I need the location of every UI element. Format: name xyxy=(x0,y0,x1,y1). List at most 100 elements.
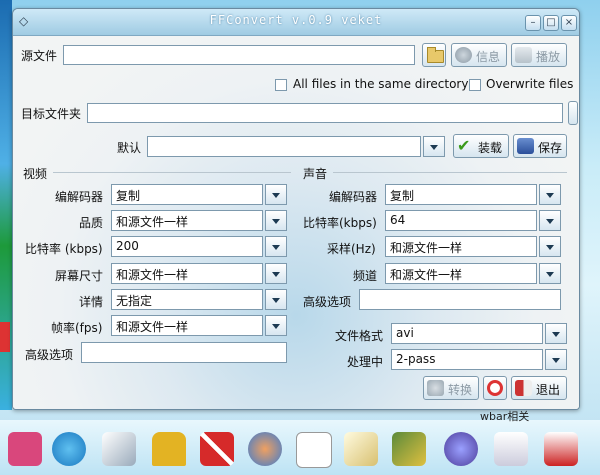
floppy-icon xyxy=(517,138,534,154)
audio-codec-dropdown-arrow-icon[interactable] xyxy=(539,184,561,205)
format-dropdown-arrow-icon[interactable] xyxy=(545,323,567,344)
video-bitrate-value: 200 xyxy=(111,236,263,257)
audio-codec-combo[interactable]: 复制 xyxy=(385,184,561,205)
dock-calendar-icon[interactable] xyxy=(494,432,528,466)
video-detail-dropdown-arrow-icon[interactable] xyxy=(265,289,287,310)
audio-bitrate-dropdown-arrow-icon[interactable] xyxy=(539,210,561,231)
dock-help-icon[interactable] xyxy=(544,432,578,466)
audio-sample-dropdown-arrow-icon[interactable] xyxy=(539,236,561,257)
play-button[interactable]: 播放 xyxy=(511,43,567,67)
video-section-divider xyxy=(53,172,291,173)
audio-advanced-input[interactable] xyxy=(359,289,561,310)
audio-channel-dropdown-arrow-icon[interactable] xyxy=(539,263,561,284)
title-bar[interactable]: ◇ FFConvert v.0.9 veket – □ × xyxy=(13,9,579,36)
video-detail-combo[interactable]: 无指定 xyxy=(111,289,287,310)
overwrite-checkbox[interactable] xyxy=(469,79,481,91)
audio-channel-value: 和源文件一样 xyxy=(385,263,537,284)
video-detail-value: 无指定 xyxy=(111,289,263,310)
video-screen-size-value: 和源文件一样 xyxy=(111,263,263,284)
video-section-title: 视频 xyxy=(23,167,48,181)
dock-document-icon[interactable] xyxy=(296,432,332,468)
play-button-label: 播放 xyxy=(536,50,561,64)
lifebuoy-icon xyxy=(487,380,503,396)
dock-image-icon[interactable] xyxy=(392,432,426,466)
target-folder-input[interactable] xyxy=(87,103,563,123)
preset-dropdown-arrow-icon[interactable] xyxy=(423,136,445,157)
video-screen-size-combo[interactable]: 和源文件一样 xyxy=(111,263,287,284)
audio-advanced-label: 高级选项 xyxy=(303,295,352,309)
video-fps-label: 帧率(fps) xyxy=(51,321,103,335)
audio-bitrate-value: 64 xyxy=(385,210,537,231)
save-button-label: 保存 xyxy=(538,141,563,155)
exit-icon xyxy=(515,380,532,396)
dock-search-icon[interactable] xyxy=(248,432,282,466)
dock-editor-icon[interactable] xyxy=(344,432,378,466)
format-label: 文件格式 xyxy=(335,329,384,343)
close-button[interactable]: × xyxy=(561,15,577,31)
video-fps-combo[interactable]: 和源文件一样 xyxy=(111,315,287,336)
source-file-input[interactable] xyxy=(63,45,415,65)
video-fps-dropdown-arrow-icon[interactable] xyxy=(265,315,287,336)
same-directory-label: All files in the same directory xyxy=(293,77,469,91)
video-detail-label: 详情 xyxy=(79,295,104,309)
preset-combo[interactable] xyxy=(147,136,447,157)
ffconvert-window: ◇ FFConvert v.0.9 veket – □ × 源文件 信息 播放 … xyxy=(12,8,580,410)
minimize-button[interactable]: – xyxy=(525,15,541,31)
audio-bitrate-combo[interactable]: 64 xyxy=(385,210,561,231)
dock-flower-icon[interactable] xyxy=(8,432,42,466)
preset-value xyxy=(147,136,421,157)
video-codec-combo[interactable]: 复制 xyxy=(111,184,287,205)
play-icon xyxy=(515,47,532,63)
video-codec-value: 复制 xyxy=(111,184,263,205)
checkmark-icon: ✔ xyxy=(457,136,471,155)
audio-sample-value: 和源文件一样 xyxy=(385,236,537,257)
audio-section-divider xyxy=(333,172,567,173)
video-quality-dropdown-arrow-icon[interactable] xyxy=(265,210,287,231)
format-combo[interactable]: avi xyxy=(391,323,567,344)
format-value: avi xyxy=(391,323,543,344)
video-bitrate-label: 比特率 (kbps) xyxy=(25,242,103,256)
video-screen-size-dropdown-arrow-icon[interactable] xyxy=(265,263,287,284)
processing-dropdown-arrow-icon[interactable] xyxy=(545,349,567,370)
video-quality-combo[interactable]: 和源文件一样 xyxy=(111,210,287,231)
target-browse-button[interactable] xyxy=(568,101,578,125)
dock-notepad-icon[interactable] xyxy=(102,432,136,466)
load-button-label: 装载 xyxy=(478,141,503,155)
window-title: FFConvert v.0.9 veket xyxy=(209,13,383,27)
video-bitrate-dropdown-arrow-icon[interactable] xyxy=(265,236,287,257)
processing-combo[interactable]: 2-pass xyxy=(391,349,567,370)
preset-label: 默认 xyxy=(117,141,142,155)
help-button[interactable] xyxy=(483,376,507,400)
source-label: 源文件 xyxy=(21,49,58,63)
target-folder-label: 目标文件夹 xyxy=(21,107,82,121)
dock-tools-icon[interactable] xyxy=(200,432,234,466)
audio-channel-combo[interactable]: 和源文件一样 xyxy=(385,263,561,284)
audio-codec-value: 复制 xyxy=(385,184,537,205)
desktop-label: wbar相关 xyxy=(480,410,530,423)
processing-label: 处理中 xyxy=(347,355,384,369)
video-quality-label: 品质 xyxy=(79,216,104,230)
info-icon xyxy=(455,47,472,63)
video-codec-label: 编解码器 xyxy=(55,190,104,204)
video-bitrate-combo[interactable]: 200 xyxy=(111,236,287,257)
audio-sample-label: 采样(Hz) xyxy=(327,242,376,256)
load-button[interactable]: ✔ 装载 xyxy=(453,134,509,158)
video-advanced-label: 高级选项 xyxy=(25,348,74,362)
dock-drive-icon[interactable] xyxy=(444,432,478,466)
source-browse-button[interactable] xyxy=(422,43,446,67)
video-codec-dropdown-arrow-icon[interactable] xyxy=(265,184,287,205)
audio-sample-combo[interactable]: 和源文件一样 xyxy=(385,236,561,257)
audio-bitrate-label: 比特率(kbps) xyxy=(303,216,377,230)
dock-gramophone-icon[interactable] xyxy=(152,432,186,466)
save-button[interactable]: 保存 xyxy=(513,134,567,158)
video-advanced-input[interactable] xyxy=(81,342,287,363)
dock-globe-icon[interactable] xyxy=(52,432,86,466)
maximize-button[interactable]: □ xyxy=(543,15,559,31)
quit-button[interactable]: 退出 xyxy=(511,376,567,400)
convert-button[interactable]: 转换 xyxy=(423,376,479,400)
info-button[interactable]: 信息 xyxy=(451,43,507,67)
video-quality-value: 和源文件一样 xyxy=(111,210,263,231)
processing-value: 2-pass xyxy=(391,349,543,370)
audio-section-title: 声音 xyxy=(303,167,328,181)
same-directory-checkbox[interactable] xyxy=(275,79,287,91)
